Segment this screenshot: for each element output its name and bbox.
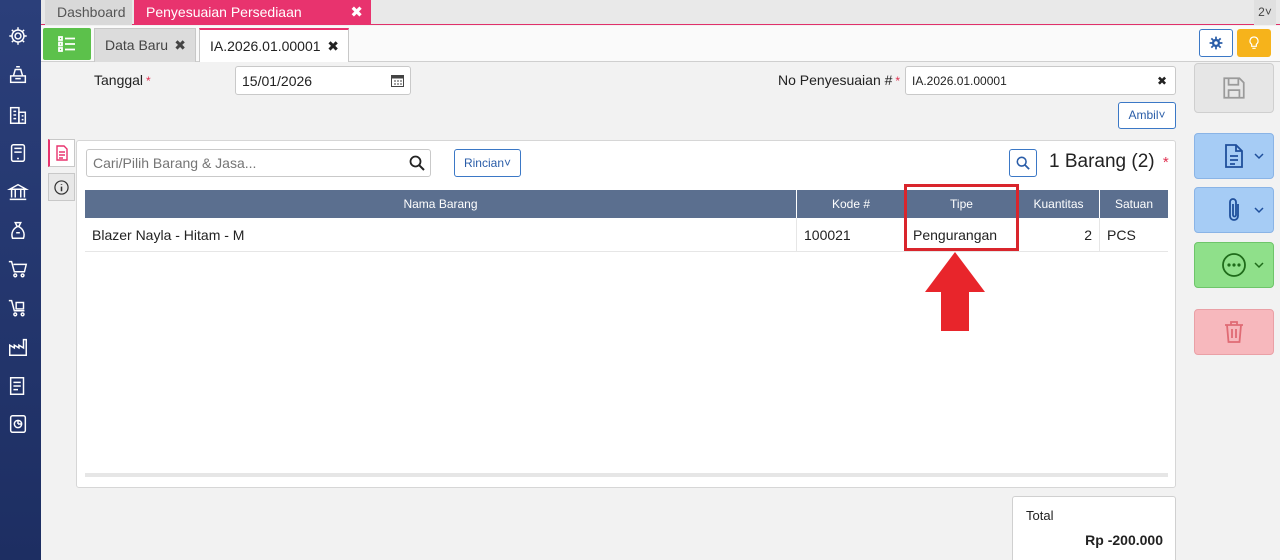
col-nama-barang[interactable]: Nama Barang <box>85 190 797 218</box>
chevron-down-icon <box>1254 207 1264 214</box>
close-icon[interactable]: ✖ <box>350 0 363 25</box>
item-count: 1 Barang (2) * <box>1049 151 1169 173</box>
up-arrow-annotation <box>925 252 985 331</box>
chevron-down-icon <box>1254 262 1264 269</box>
gear-icon <box>1209 36 1223 50</box>
factory-icon[interactable] <box>6 335 30 359</box>
tab-label: IA.2026.01.00001 <box>210 38 321 54</box>
document-icon <box>1225 144 1243 168</box>
list-icon <box>58 36 75 52</box>
tips-button[interactable] <box>1237 29 1271 57</box>
search-icon <box>1016 156 1030 170</box>
module-tab-strip: Dashboard Penyesuaian Persediaan ✖ 2˅ <box>41 0 1280 25</box>
trash-icon <box>1225 321 1243 343</box>
ambil-button[interactable]: Ambil˅ <box>1118 102 1176 129</box>
required-mark: * <box>895 74 901 88</box>
tablet-icon[interactable] <box>6 141 30 165</box>
lightbulb-icon <box>1249 36 1259 49</box>
required-mark: * <box>146 74 151 88</box>
bank-icon[interactable] <box>6 180 30 204</box>
required-mark: * <box>1162 154 1169 171</box>
tab-label: Data Baru <box>105 37 169 53</box>
tanggal-input[interactable]: 15/01/2026 <box>235 66 411 95</box>
save-button[interactable] <box>1194 63 1274 113</box>
total-label: Total <box>1026 508 1054 523</box>
tab-ia-document[interactable]: IA.2026.01.00001 ✖ <box>199 28 349 62</box>
cart-icon[interactable] <box>6 257 30 281</box>
cart-box-icon[interactable] <box>6 296 30 320</box>
report-icon[interactable] <box>6 412 30 436</box>
no-penyesuaian-input[interactable]: IA.2026.01.00001 ✖ <box>905 66 1176 95</box>
document-icon <box>56 145 68 161</box>
document-menu-button[interactable] <box>1194 133 1274 179</box>
button-label: Rincian <box>463 156 504 170</box>
chevron-down-icon: ˅ <box>1158 108 1166 122</box>
close-icon[interactable]: ✖ <box>174 29 186 61</box>
button-label: Ambil <box>1128 108 1159 122</box>
label-text: No Penyesuaian # <box>778 72 893 88</box>
clear-icon[interactable]: ✖ <box>1157 67 1167 95</box>
tab-dashboard[interactable]: Dashboard <box>45 0 132 25</box>
cell-kuantitas: 2 <box>1018 218 1100 252</box>
attachment-button[interactable] <box>1194 187 1274 233</box>
chevron-down-icon: ˅ <box>1264 5 1272 19</box>
more-actions-button[interactable] <box>1194 242 1274 288</box>
cell-satuan: PCS <box>1107 227 1136 243</box>
info-tab[interactable] <box>48 173 75 201</box>
total-value: Rp -200.000 <box>1085 532 1163 548</box>
list-button[interactable] <box>43 28 91 60</box>
tanggal-label: Tanggal * <box>94 72 151 88</box>
money-bag-icon[interactable] <box>6 218 30 242</box>
tab-label: Penyesuaian Persediaan <box>146 4 302 20</box>
tab-pager[interactable]: 2˅ <box>1254 0 1276 25</box>
no-penyesuaian-label: No Penyesuaian # * <box>778 72 900 88</box>
paperclip-icon <box>1229 198 1239 221</box>
chevron-down-icon: ˅ <box>504 156 512 170</box>
label-text: Tanggal <box>94 72 144 88</box>
close-icon[interactable]: ✖ <box>327 30 339 62</box>
cell-nama-barang: Blazer Nayla - Hitam - M <box>85 218 797 252</box>
search-button[interactable] <box>1009 149 1037 177</box>
col-kode[interactable]: Kode # <box>797 190 906 218</box>
delete-button[interactable] <box>1194 309 1274 355</box>
cell-kode: 100021 <box>797 218 906 252</box>
tax-icon[interactable] <box>6 374 30 398</box>
calendar-icon[interactable] <box>391 74 404 87</box>
item-search <box>86 149 431 177</box>
chevron-down-icon <box>1254 153 1264 160</box>
horizontal-scrollbar[interactable] <box>85 473 1168 477</box>
total-box: Total Rp -200.000 <box>1012 496 1176 560</box>
highlight-box <box>904 184 1019 251</box>
settings-button[interactable] <box>1199 29 1233 57</box>
cash-register-icon[interactable] <box>6 63 30 87</box>
save-icon <box>1223 77 1245 99</box>
rincian-button[interactable]: Rincian˅ <box>454 149 521 177</box>
pager-count: 2 <box>1258 5 1265 19</box>
detail-items-tab[interactable] <box>48 139 75 167</box>
sidebar <box>0 0 41 560</box>
gear-icon[interactable] <box>6 24 30 48</box>
tab-label: Dashboard <box>57 4 126 20</box>
count-text: 1 Barang (2) <box>1049 151 1155 172</box>
info-icon <box>54 179 69 195</box>
col-kuantitas[interactable]: Kuantitas <box>1018 190 1100 218</box>
tab-data-baru[interactable]: Data Baru ✖ <box>94 28 196 62</box>
search-icon[interactable] <box>409 155 425 171</box>
document-tab-strip: Data Baru ✖ IA.2026.01.00001 ✖ <box>41 26 1280 62</box>
building-icon[interactable] <box>6 103 30 127</box>
more-icon <box>1222 253 1246 277</box>
col-satuan[interactable]: Satuan <box>1100 190 1168 218</box>
tanggal-value: 15/01/2026 <box>242 73 313 89</box>
search-input[interactable] <box>87 150 397 176</box>
tab-penyesuaian-persediaan[interactable]: Penyesuaian Persediaan ✖ <box>134 0 371 25</box>
no-penyesuaian-value: IA.2026.01.00001 <box>912 74 1007 88</box>
